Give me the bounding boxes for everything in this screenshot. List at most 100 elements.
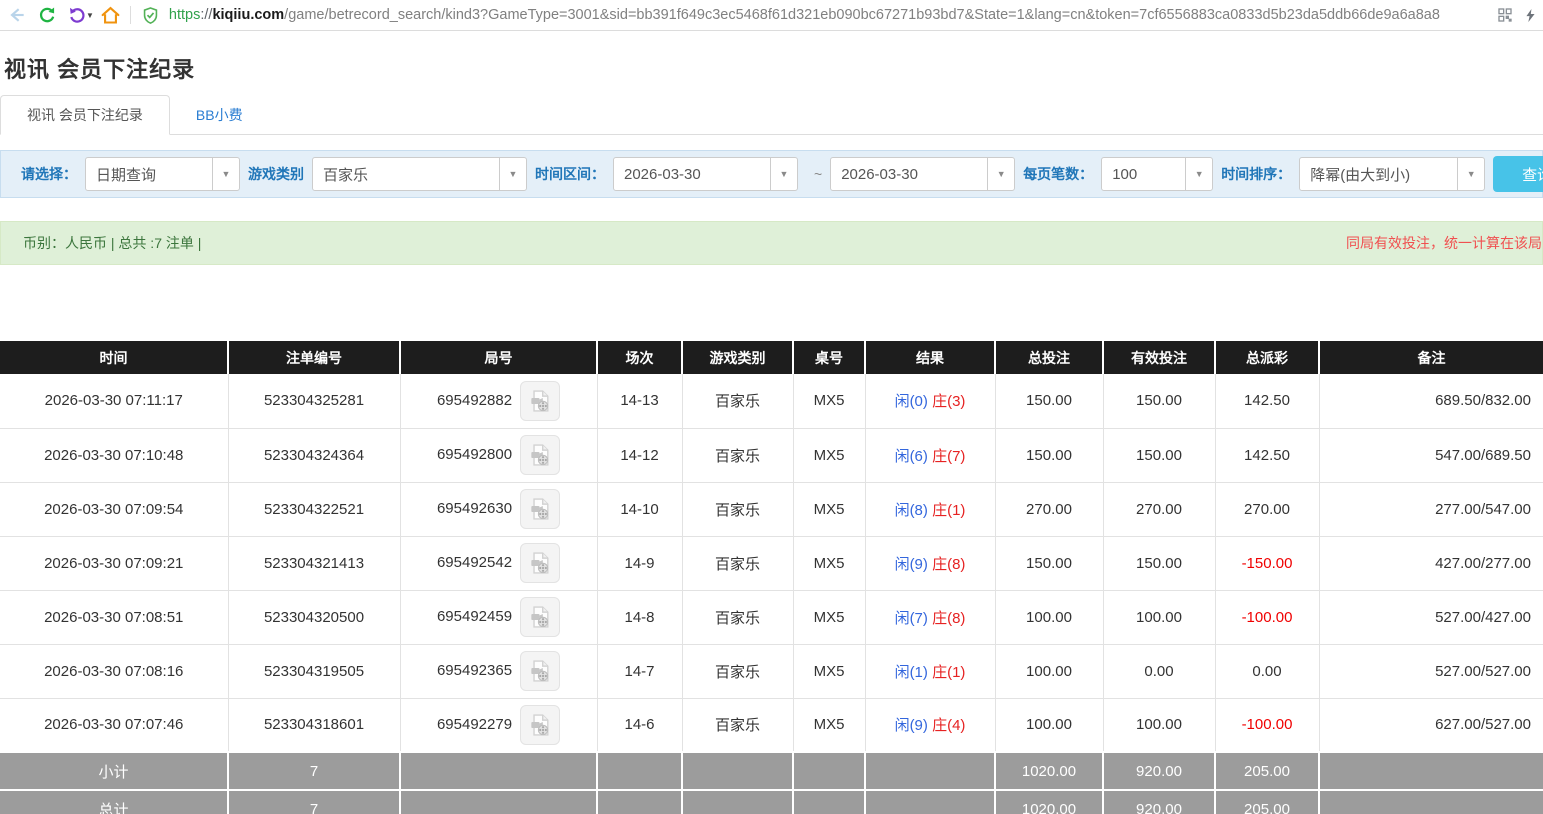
cell-note: 427.00/277.00 [1319, 536, 1543, 590]
game-category-select[interactable]: 百家乐 ▼ [312, 157, 527, 191]
column-header: 备注 [1319, 341, 1543, 374]
cell-total-bet: 150.00 [995, 428, 1103, 482]
cell-time: 2026-03-30 07:10:48 [0, 428, 228, 482]
table-body: 2026-03-30 07:11:17 523304325281 6954928… [0, 374, 1543, 752]
cell-valid-bet: 270.00 [1103, 482, 1215, 536]
video-replay-icon[interactable] [520, 543, 560, 583]
tab-bet-records[interactable]: 视讯 会员下注纪录 [0, 95, 170, 135]
cell-bet-id: 523304318601 [228, 698, 400, 752]
bet-records-table: 时间注单编号局号场次游戏类别桌号结果总投注有效投注总派彩备注 2026-03-3… [0, 341, 1543, 814]
column-header: 游戏类别 [682, 341, 793, 374]
cell-session: 14-10 [597, 482, 682, 536]
cell-payout: 0.00 [1215, 644, 1319, 698]
video-replay-icon[interactable] [520, 435, 560, 475]
cell-time: 2026-03-30 07:08:16 [0, 644, 228, 698]
result-player: 闲(0) [895, 393, 928, 410]
video-replay-icon[interactable] [520, 489, 560, 529]
result-banker: 庄(1) [932, 502, 965, 519]
filter-bar: 请选择： 日期查询 ▼ 游戏类别 百家乐 ▼ 时间区间： 2026-03-30 … [0, 150, 1543, 198]
query-type-select[interactable]: 日期查询 ▼ [85, 157, 240, 191]
refresh-icon[interactable] [32, 2, 62, 28]
cell-round: 695492630 [400, 482, 597, 536]
date-from-select[interactable]: 2026-03-30 ▼ [613, 157, 798, 191]
game-category-label: 游戏类别 [248, 164, 304, 184]
sort-order-label: 时间排序： [1221, 164, 1291, 184]
url-scheme: https [169, 7, 200, 23]
per-page-value: 100 [1102, 166, 1185, 183]
cell-valid-bet: 0.00 [1103, 644, 1215, 698]
cell-result: 闲(9) 庄(8) [865, 536, 995, 590]
cell-time: 2026-03-30 07:08:51 [0, 590, 228, 644]
cell-result: 闲(9) 庄(4) [865, 698, 995, 752]
page-title: 视讯 会员下注纪录 [4, 52, 1543, 84]
subtotal-valid-bet: 920.00 [1103, 752, 1215, 790]
cell-result: 闲(1) 庄(1) [865, 644, 995, 698]
cell-time: 2026-03-30 07:07:46 [0, 698, 228, 752]
total-row: 总计 7 1020.00 920.00 205.00 [0, 790, 1543, 814]
subtotal-row: 小计 7 1020.00 920.00 205.00 [0, 752, 1543, 790]
cell-game: 百家乐 [682, 374, 793, 428]
round-number: 695492459 [437, 608, 512, 625]
lightning-icon[interactable] [1517, 2, 1543, 28]
cell-table: MX5 [793, 644, 865, 698]
game-category-value: 百家乐 [313, 164, 499, 185]
qr-code-icon[interactable] [1493, 2, 1517, 28]
cell-payout: -150.00 [1215, 536, 1319, 590]
cell-game: 百家乐 [682, 428, 793, 482]
cell-game: 百家乐 [682, 644, 793, 698]
result-player: 闲(9) [895, 717, 928, 734]
date-to-select[interactable]: 2026-03-30 ▼ [830, 157, 1015, 191]
total-valid-bet: 920.00 [1103, 790, 1215, 814]
url-path: /game/betrecord_search/kind3?GameType=30… [284, 7, 1440, 23]
tab-bb-tips[interactable]: BB小费 [170, 96, 269, 134]
column-header: 注单编号 [228, 341, 400, 374]
cell-payout: 142.50 [1215, 374, 1319, 428]
cell-note: 547.00/689.50 [1319, 428, 1543, 482]
sort-order-value: 降幂(由大到小) [1300, 164, 1457, 185]
per-page-select[interactable]: 100 ▼ [1101, 157, 1213, 191]
cell-time: 2026-03-30 07:09:21 [0, 536, 228, 590]
video-replay-icon[interactable] [520, 651, 560, 691]
cell-table: MX5 [793, 590, 865, 644]
cell-total-bet: 100.00 [995, 644, 1103, 698]
video-replay-icon[interactable] [520, 705, 560, 745]
column-header: 场次 [597, 341, 682, 374]
sort-order-select[interactable]: 降幂(由大到小) ▼ [1299, 157, 1485, 191]
video-replay-icon[interactable] [520, 597, 560, 637]
security-shield-icon[interactable] [139, 2, 163, 28]
column-header: 有效投注 [1103, 341, 1215, 374]
subtotal-total-bet: 1020.00 [995, 752, 1103, 790]
video-replay-icon[interactable] [520, 381, 560, 421]
address-bar[interactable]: https://kiqiiu.com/game/betrecord_search… [139, 2, 1489, 28]
cell-valid-bet: 100.00 [1103, 698, 1215, 752]
url-host: kiqiiu.com [212, 7, 284, 23]
currency-total-text: 币别：人民币 | 总共 :7 注单 | [23, 233, 201, 253]
cell-note: 527.00/527.00 [1319, 644, 1543, 698]
cell-session: 14-8 [597, 590, 682, 644]
chevron-down-icon: ▼ [1185, 158, 1212, 190]
subtotal-label: 小计 [0, 752, 228, 790]
result-banker: 庄(3) [932, 393, 965, 410]
date-from-value: 2026-03-30 [614, 166, 770, 183]
home-icon[interactable] [96, 2, 126, 28]
undo-menu-caret-icon[interactable]: ▼ [86, 11, 94, 20]
url-text[interactable]: https://kiqiiu.com/game/betrecord_search… [169, 7, 1440, 23]
back-icon[interactable] [2, 2, 32, 28]
cell-round: 695492279 [400, 698, 597, 752]
round-number: 695492542 [437, 554, 512, 571]
table-header-row: 时间注单编号局号场次游戏类别桌号结果总投注有效投注总派彩备注 [0, 341, 1543, 374]
toolbar-divider [130, 6, 131, 24]
cell-bet-id: 523304319505 [228, 644, 400, 698]
table-row: 2026-03-30 07:08:16 523304319505 6954923… [0, 644, 1543, 698]
search-button[interactable]: 查询 [1493, 156, 1543, 192]
result-banker: 庄(4) [932, 717, 965, 734]
cell-game: 百家乐 [682, 536, 793, 590]
query-type-label: 请选择： [21, 164, 77, 184]
date-to-value: 2026-03-30 [831, 166, 987, 183]
cell-total-bet: 100.00 [995, 590, 1103, 644]
table-row: 2026-03-30 07:07:46 523304318601 6954922… [0, 698, 1543, 752]
cell-total-bet: 270.00 [995, 482, 1103, 536]
time-range-label: 时间区间： [535, 164, 605, 184]
cell-valid-bet: 150.00 [1103, 536, 1215, 590]
cell-valid-bet: 150.00 [1103, 374, 1215, 428]
